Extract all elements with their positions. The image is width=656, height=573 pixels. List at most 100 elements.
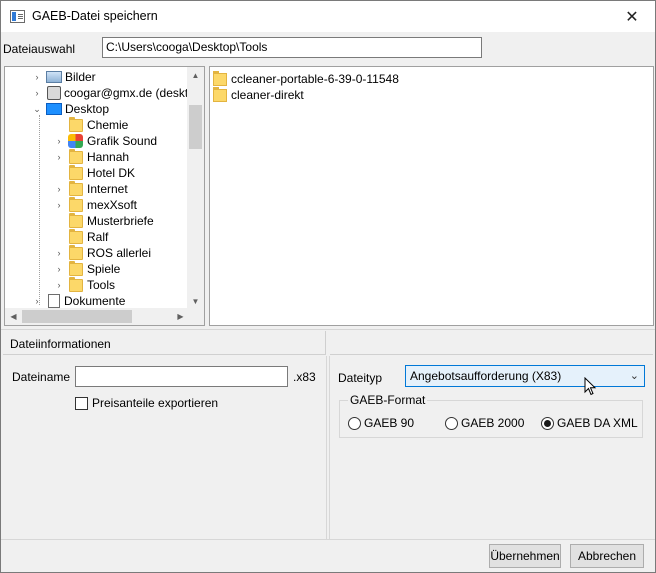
app-window-icon — [10, 10, 25, 23]
file-name-label: Dateiname — [12, 370, 71, 384]
chevron-right-icon[interactable]: › — [53, 200, 65, 210]
tree-item-label: Hotel DK — [87, 166, 136, 180]
path-field[interactable]: C:\Users\cooga\Desktop\Tools — [102, 37, 482, 58]
scroll-thumb[interactable] — [189, 105, 202, 149]
radio-label: GAEB DA XML — [557, 416, 638, 430]
file-item-label: cleaner-direkt — [231, 88, 304, 102]
tree-horizontal-scrollbar[interactable]: ◀ ▶ — [5, 308, 189, 325]
tree-item-label: Tools — [87, 278, 116, 292]
multimedia-folder-icon — [68, 134, 83, 148]
tree-item-internet[interactable]: › Internet — [53, 180, 128, 197]
tree-item-label: Bilder — [65, 70, 96, 84]
footer-separator — [1, 539, 655, 540]
section-title: Dateiinformationen — [10, 337, 111, 351]
file-name-input[interactable] — [75, 366, 288, 387]
desktop-icon — [46, 103, 62, 115]
chevron-right-icon[interactable]: › — [31, 72, 43, 82]
tree-item-bilder[interactable]: › Bilder — [31, 69, 96, 85]
tree-item-grafik-sound[interactable]: › Grafik Sound — [53, 133, 157, 149]
chevron-right-icon[interactable]: › — [31, 296, 43, 306]
tree-vertical-scrollbar[interactable]: ▲ ▼ — [187, 67, 204, 310]
save-dialog: GAEB-Datei speichern ✕ Dateiauswahl C:\U… — [0, 0, 656, 573]
file-item-label: ccleaner-portable-6-39-0-11548 — [231, 72, 399, 86]
file-type-panel: Dateityp Angebotsaufforderung (X83) ⌄ GA… — [329, 356, 654, 539]
export-prices-label: Preisanteile exportieren — [92, 396, 219, 410]
tree-item-desktop[interactable]: ⌄ Desktop — [31, 101, 109, 117]
title-bar: GAEB-Datei speichern ✕ — [1, 1, 655, 32]
folder-icon — [69, 164, 83, 180]
folder-icon — [69, 260, 83, 276]
network-drive-icon — [47, 86, 61, 100]
folder-icon — [213, 70, 227, 86]
scroll-left-icon[interactable]: ◀ — [5, 308, 22, 325]
folder-tree[interactable]: › Bilder › coogar@gmx.de (deskto ⌄ Deskt… — [4, 66, 205, 326]
folder-icon — [69, 212, 83, 228]
radio-button[interactable] — [348, 416, 361, 430]
file-item[interactable]: ccleaner-portable-6-39-0-11548 — [213, 70, 399, 87]
gaeb-format-legend: GAEB-Format — [348, 393, 428, 407]
tree-item-tools[interactable]: › Tools — [53, 276, 116, 293]
radio-label: GAEB 2000 — [461, 416, 525, 430]
radio-gaeb-da-xml[interactable]: GAEB DA XML — [541, 416, 638, 430]
tree-item-label: Dokumente — [64, 294, 126, 308]
tree-item-musterbriefe[interactable]: Musterbriefe — [53, 212, 154, 229]
tree-item-hotel-dk[interactable]: Hotel DK — [53, 164, 136, 181]
apply-button[interactable]: Übernehmen — [489, 544, 561, 568]
window-title: GAEB-Datei speichern — [32, 9, 158, 23]
chevron-right-icon[interactable]: › — [53, 136, 65, 146]
cancel-button[interactable]: Abbrechen — [570, 544, 644, 568]
documents-icon — [48, 294, 60, 308]
folder-icon — [69, 116, 83, 132]
radio-button[interactable] — [445, 416, 458, 430]
file-type-select[interactable]: Angebotsaufforderung (X83) ⌄ — [405, 365, 645, 387]
tree-item-label: coogar@gmx.de (deskto — [64, 86, 195, 100]
folder-icon — [69, 180, 83, 196]
tree-item-label: Hannah — [87, 150, 130, 164]
export-prices-checkbox-row[interactable]: Preisanteile exportieren — [75, 396, 218, 410]
extension-label: .x83 — [293, 370, 316, 384]
file-list[interactable]: ccleaner-portable-6-39-0-11548 cleaner-d… — [209, 66, 654, 326]
file-type-label: Dateityp — [338, 371, 383, 385]
chevron-right-icon[interactable]: › — [53, 152, 65, 162]
tree-item-label: Grafik Sound — [87, 134, 158, 148]
export-prices-checkbox[interactable] — [75, 396, 88, 410]
tree-item-label: Internet — [87, 182, 128, 196]
chevron-right-icon[interactable]: › — [53, 184, 65, 194]
tree-item-mexxsoft[interactable]: › mexXsoft — [53, 196, 137, 213]
file-info-header: Dateiinformationen — [3, 331, 326, 355]
tree-item-label: Desktop — [65, 102, 110, 116]
tree-item-ralf[interactable]: Ralf — [53, 228, 109, 245]
scroll-thumb[interactable] — [22, 310, 132, 323]
radio-gaeb-2000[interactable]: GAEB 2000 — [445, 416, 524, 430]
tree-item-spiele[interactable]: › Spiele — [53, 260, 121, 277]
tree-item-label: Ralf — [87, 230, 109, 244]
file-selection-label: Dateiauswahl — [3, 42, 76, 56]
chevron-right-icon[interactable]: › — [53, 264, 65, 274]
tree-item-ros-allerlei[interactable]: › ROS allerlei — [53, 244, 151, 261]
tree-item-label: Chemie — [87, 118, 129, 132]
chevron-right-icon[interactable]: › — [53, 280, 65, 290]
pictures-icon — [46, 71, 62, 83]
splitter[interactable] — [1, 329, 655, 330]
tree-item-hannah[interactable]: › Hannah — [53, 148, 130, 165]
chevron-right-icon[interactable]: › — [53, 248, 65, 258]
folder-icon — [69, 148, 83, 164]
file-type-value: Angebotsaufforderung (X83) — [410, 369, 562, 383]
tree-guide-line — [39, 115, 40, 305]
tree-item-network[interactable]: › coogar@gmx.de (deskto — [31, 85, 195, 101]
chevron-down-icon[interactable]: ⌄ — [630, 369, 639, 382]
folder-icon — [69, 196, 83, 212]
file-selection-row: Dateiauswahl C:\Users\cooga\Desktop\Tool… — [1, 32, 655, 62]
scroll-up-icon[interactable]: ▲ — [187, 67, 204, 84]
tree-item-dokumente[interactable]: › Dokumente — [31, 293, 125, 309]
folder-icon — [69, 276, 83, 292]
radio-button[interactable] — [541, 416, 554, 430]
chevron-right-icon[interactable]: › — [31, 88, 43, 98]
radio-gaeb-90[interactable]: GAEB 90 — [348, 416, 414, 430]
tree-item-label: Spiele — [87, 262, 121, 276]
close-icon[interactable]: ✕ — [609, 1, 655, 32]
chevron-down-icon[interactable]: ⌄ — [31, 104, 43, 115]
file-item[interactable]: cleaner-direkt — [213, 86, 304, 103]
tree-item-chemie[interactable]: Chemie — [53, 116, 129, 133]
folder-icon — [69, 244, 83, 260]
